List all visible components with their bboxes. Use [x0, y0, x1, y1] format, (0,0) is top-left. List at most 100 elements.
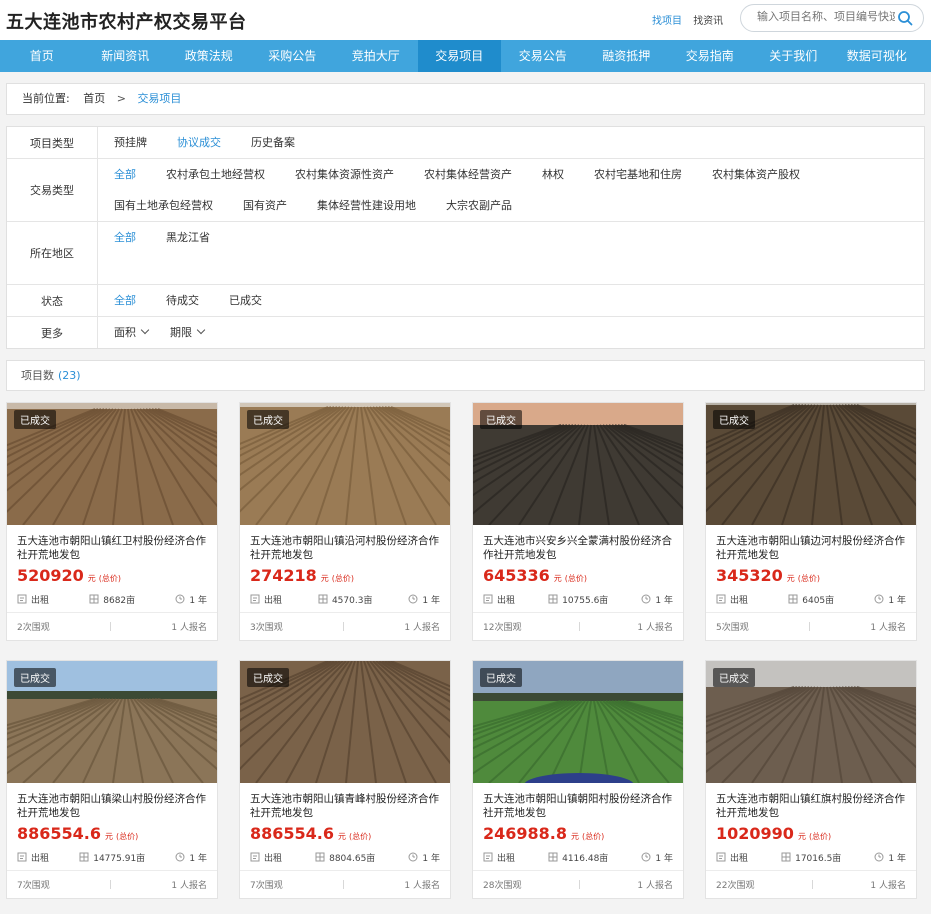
breadcrumb-home[interactable]: 首页	[83, 92, 105, 105]
view-count: 7次围观	[17, 881, 50, 891]
filter-option[interactable]: 集体经营性建设用地	[317, 190, 416, 221]
signup-count: 1 人报名	[870, 881, 906, 891]
filter-option[interactable]: 全部	[114, 159, 136, 190]
filter-option[interactable]: 林权	[542, 159, 564, 190]
view-count: 2次围观	[17, 623, 50, 633]
project-title[interactable]: 五大连池市兴安乡兴全蒙满村股份经济合作社开荒地发包	[483, 534, 674, 562]
filter-option[interactable]: 黑龙江省	[166, 222, 210, 253]
term-text: 1 年	[888, 595, 906, 606]
project-title[interactable]: 五大连池市朝阳山镇红卫村股份经济合作社开荒地发包	[17, 534, 208, 562]
project-thumbnail[interactable]: 已成交	[7, 403, 217, 525]
filter-option[interactable]: 国有资产	[243, 190, 287, 221]
breadcrumb: 当前位置: 首页 > 交易项目	[6, 83, 925, 115]
project-card[interactable]: 已成交 五大连池市朝阳山镇朝阳村股份经济合作社开荒地发包 246988.8 元 (总价)…	[472, 660, 684, 899]
area-text: 17016.5亩	[795, 853, 842, 864]
view-count: 3次围观	[250, 623, 283, 633]
clock-icon	[175, 852, 185, 862]
project-title[interactable]: 五大连池市朝阳山镇朝阳村股份经济合作社开荒地发包	[483, 792, 674, 820]
project-card[interactable]: 已成交五大连池市朝阳山镇红卫村股份经济合作社开荒地发包 520920 元 (总价) 出租…	[6, 402, 218, 641]
site-title[interactable]: 五大连池市农村产权交易平台	[6, 8, 247, 34]
project-thumbnail[interactable]: 已成交	[706, 403, 916, 525]
filter-option[interactable]: 农村宅基地和住房	[594, 159, 682, 190]
project-title[interactable]: 五大连池市朝阳山镇梁山村股份经济合作社开荒地发包	[17, 792, 208, 820]
clock-icon	[641, 852, 651, 862]
project-thumbnail[interactable]: 已成交	[706, 661, 916, 783]
meta-term: 1 年	[408, 593, 440, 606]
filter-options-trade-type: 全部 农村承包土地经营权 农村集体资源性资产 农村集体经营资产 林权 农村宅基地和住房 农村…	[98, 159, 924, 221]
find-news-link[interactable]: 找资讯	[693, 16, 723, 27]
meta-term: 1 年	[641, 593, 673, 606]
term-dropdown[interactable]: 期限	[170, 317, 206, 348]
project-card[interactable]: 已成交 五大连池市朝阳山镇青峰村股份经济合作社开荒地发包 886554.6 元 (总价)…	[239, 660, 451, 899]
filter-option[interactable]: 历史备案	[251, 127, 295, 158]
project-thumbnail[interactable]: 已成交	[240, 661, 450, 783]
nav-item[interactable]: 交易指南	[668, 40, 752, 72]
meta-area: 17016.5亩	[781, 851, 841, 864]
project-thumbnail[interactable]: 已成交	[240, 403, 450, 525]
project-count-label: 项目数	[21, 369, 54, 382]
nav-item[interactable]: 融资抵押	[585, 40, 669, 72]
nav-item[interactable]: 关于我们	[752, 40, 836, 72]
status-badge: 已成交	[480, 668, 522, 687]
nav-item[interactable]: 交易公告	[501, 40, 585, 72]
mode-text: 出租	[264, 595, 283, 606]
filter-option[interactable]: 全部	[114, 222, 136, 253]
footer-divider: |	[342, 621, 346, 632]
filter-option[interactable]: 待成交	[166, 285, 199, 316]
lease-icon	[716, 852, 726, 862]
project-thumbnail[interactable]: 已成交	[473, 661, 683, 783]
project-card[interactable]: 已成交 五大连池市朝阳山镇红旗村股份经济合作社开荒地发包 1020990 元 (总价) 出…	[705, 660, 917, 899]
nav-item[interactable]: 采购公告	[251, 40, 335, 72]
project-title[interactable]: 五大连池市朝阳山镇边河村股份经济合作社开荒地发包	[716, 534, 907, 562]
nav-item[interactable]: 政策法规	[167, 40, 251, 72]
filter-option[interactable]: 农村集体经营资产	[424, 159, 512, 190]
nav-item[interactable]: 新闻资讯	[84, 40, 168, 72]
meta-mode: 出租	[17, 593, 49, 606]
meta-area: 10755.6亩	[548, 593, 608, 606]
search-input[interactable]	[755, 9, 897, 24]
term-text: 1 年	[655, 595, 673, 606]
filter-option[interactable]: 大宗农副产品	[446, 190, 512, 221]
search-box	[740, 4, 924, 32]
project-title[interactable]: 五大连池市朝阳山镇青峰村股份经济合作社开荒地发包	[250, 792, 441, 820]
filter-option[interactable]: 全部	[114, 285, 136, 316]
project-card[interactable]: 已成交 五大连池市朝阳山镇梁山村股份经济合作社开荒地发包 886554.6 元 (总价)…	[6, 660, 218, 899]
find-project-link[interactable]: 找项目	[652, 16, 682, 27]
nav-item[interactable]: 数据可视化	[835, 40, 919, 72]
nav-item[interactable]: 交易项目	[417, 40, 501, 72]
project-price: 520920 元 (总价)	[17, 566, 217, 586]
footer-divider: |	[577, 879, 581, 890]
main-nav: 首页 新闻资讯 政策法规 采购公告 竞拍大厅 交易项目 交易公告 融资抵押 交易指南 关于我们 数据…	[0, 40, 931, 72]
project-card[interactable]: 已成交 五大连池市朝阳山镇边河村股份经济合作社开荒地发包 345320 元 (总价) 出租…	[705, 402, 917, 641]
signup-count: 1 人报名	[404, 881, 440, 891]
card-footer: 3次围观 | 1 人报名	[240, 612, 450, 640]
nav-item[interactable]: 竞拍大厅	[334, 40, 418, 72]
area-dropdown[interactable]: 面积	[114, 317, 150, 348]
breadcrumb-current[interactable]: 交易项目	[137, 92, 181, 105]
project-thumbnail[interactable]: 已成交	[7, 661, 217, 783]
filter-option[interactable]: 国有土地承包经营权	[114, 190, 213, 221]
project-card[interactable]: 已成交 五大连池市兴安乡兴全蒙满村股份经济合作社开荒地发包 645336 元 (总价) 出…	[472, 402, 684, 641]
price-value: 645336	[483, 566, 550, 585]
project-title[interactable]: 五大连池市朝阳山镇红旗村股份经济合作社开荒地发包	[716, 792, 907, 820]
filter-option[interactable]: 农村集体资源性资产	[295, 159, 394, 190]
filter-option[interactable]: 农村承包土地经营权	[166, 159, 265, 190]
price-value: 345320	[716, 566, 783, 585]
top-bar: 五大连池市农村产权交易平台 找项目 找资讯	[0, 0, 931, 40]
filter-option[interactable]: 协议成交	[177, 127, 221, 158]
project-meta: 出租 4116.48亩 1 年	[483, 850, 673, 864]
project-card[interactable]: 已成交 五大连池市朝阳山镇沿河村股份经济合作社开荒地发包 274218 元 (总价) 出租…	[239, 402, 451, 641]
view-count: 28次围观	[483, 881, 522, 891]
filter-option[interactable]: 预挂牌	[114, 127, 147, 158]
filter-option[interactable]: 已成交	[229, 285, 262, 316]
filter-option[interactable]: 农村集体资产股权	[712, 159, 800, 190]
filter-label-region: 所在地区	[7, 222, 98, 284]
meta-term: 1 年	[641, 851, 673, 864]
lease-icon	[17, 594, 27, 604]
lease-icon	[250, 852, 260, 862]
nav-item[interactable]: 首页	[0, 40, 84, 72]
project-thumbnail[interactable]: 已成交	[473, 403, 683, 525]
lease-icon	[483, 852, 493, 862]
search-icon[interactable]	[897, 10, 913, 26]
project-title[interactable]: 五大连池市朝阳山镇沿河村股份经济合作社开荒地发包	[250, 534, 441, 562]
